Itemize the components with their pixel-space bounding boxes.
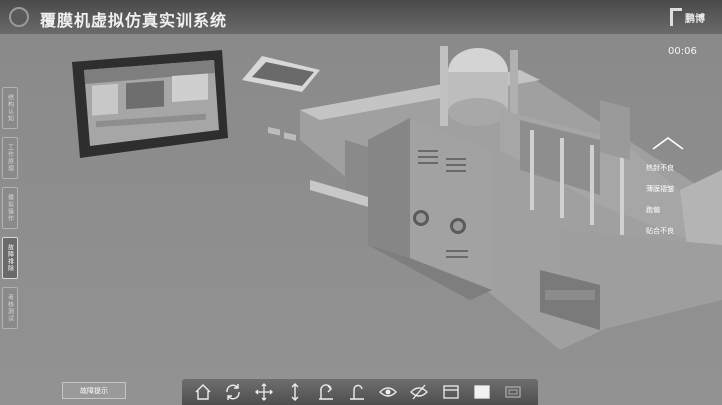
side-item-assessment[interactable]: 考核测试 [2,287,18,329]
fault-hint-button[interactable]: 故障提示 [62,382,126,399]
brand-logo: 鹏博 [670,7,705,27]
machine-3d-view[interactable] [0,0,722,405]
menu-item-heat-seal[interactable]: 热封不良 [646,161,702,175]
menu-item-film-wrinkle[interactable]: 薄膜褶皱 [646,182,702,196]
home-icon[interactable] [192,382,214,402]
app-title: 覆膜机虚拟仿真实训系统 [40,11,228,30]
timer: 00:06 [668,46,697,57]
side-item-simulation[interactable]: 模拟操作 [2,187,18,229]
hide-icon[interactable] [408,382,430,402]
window-icon[interactable] [440,382,462,402]
side-item-structure[interactable]: 结构认知 [2,87,18,129]
menu-item-bonding[interactable]: 贴合不良 [646,224,702,238]
side-item-troubleshooting[interactable]: 故障排除 [2,237,18,279]
show-icon[interactable] [377,382,399,402]
reset-view-icon[interactable] [346,382,368,402]
menu-item-deviation[interactable]: 跑偏 [646,203,702,217]
chevron-up-icon[interactable] [651,135,685,151]
view-toolbar [182,379,538,405]
brand-mark-icon [670,8,682,26]
rotate-icon[interactable] [222,382,244,402]
app-logo [9,7,29,27]
side-item-principle[interactable]: 工作原理 [2,137,18,179]
fill-icon[interactable] [471,382,493,402]
rotate-view-icon[interactable] [315,382,337,402]
vertical-move-icon[interactable] [284,382,306,402]
move-icon[interactable] [253,382,275,402]
screen-icon[interactable] [502,382,524,402]
title-bar: 覆膜机虚拟仿真实训系统 鹏博 [0,0,722,34]
brand-text: 鹏博 [685,13,705,25]
